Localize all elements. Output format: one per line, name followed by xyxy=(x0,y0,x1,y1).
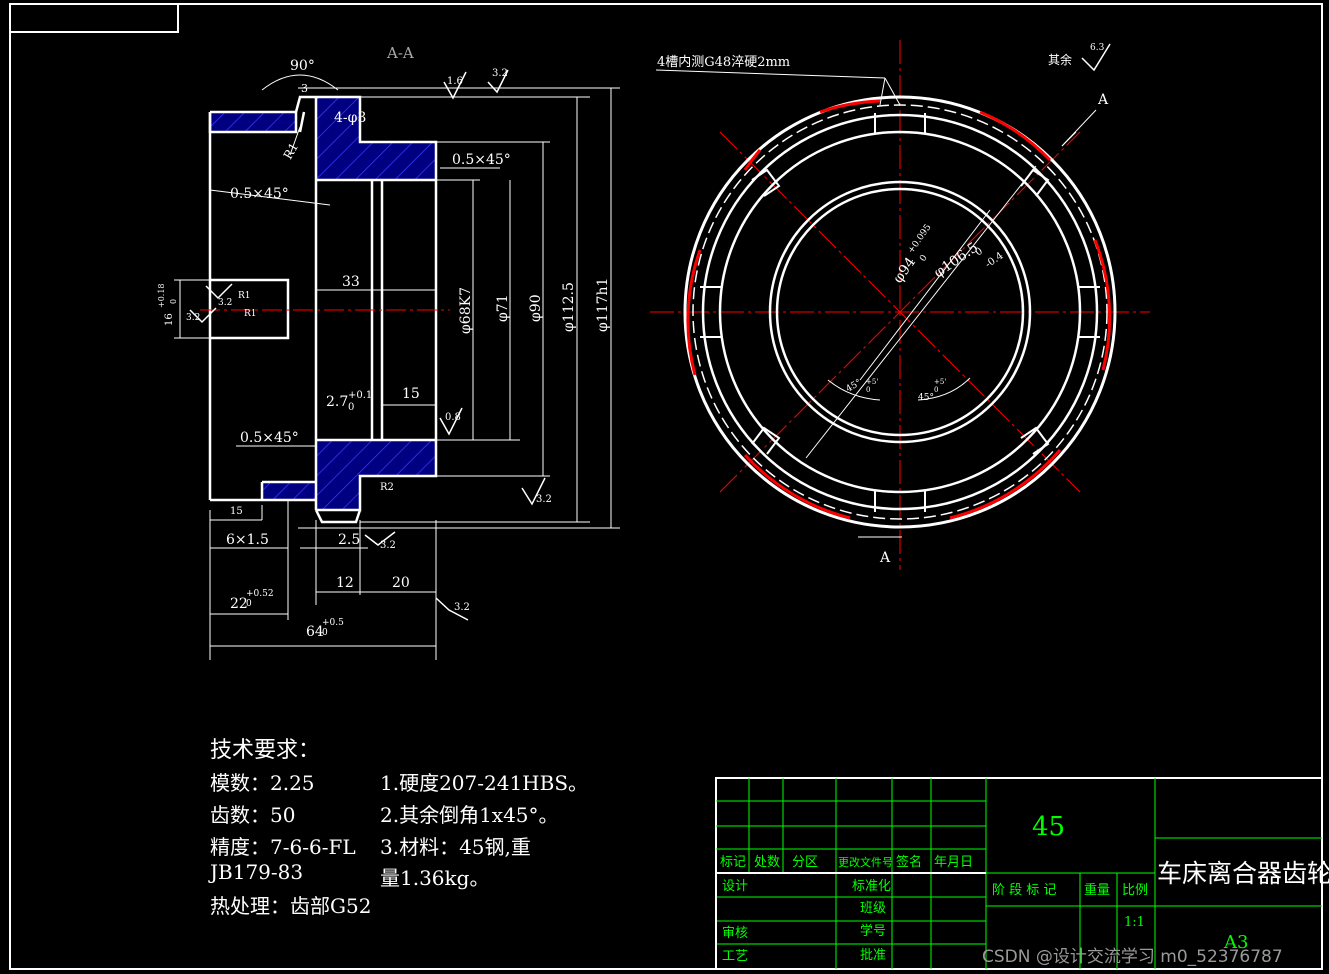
title-block: 45 标记 处数 分区 更改文件号 签名 年月日 设计 标准化 班级 审核 学号… xyxy=(715,777,1329,970)
tb-h-zone: 分区 xyxy=(792,855,818,870)
roughness-3-2-top: 3.2 xyxy=(492,68,508,79)
chamfer-bottom: 0.5×45° xyxy=(240,430,299,446)
req-module: 模数：2.25 xyxy=(210,771,315,795)
req-heat: 热处理：齿部G52 xyxy=(210,894,372,918)
tb-h-sign: 签名 xyxy=(896,854,922,870)
dim-15-bottom: 15 xyxy=(230,506,243,517)
angle-a-tol: +5' xyxy=(866,378,878,386)
req-accuracy: 精度：7-6-6-FL xyxy=(210,835,356,859)
tb-h-date: 年月日 xyxy=(934,855,973,870)
drawing-sheet: A-A 90° 3 4-φ3 R1 1.6 3.2 0.5×45° 0.5×45… xyxy=(9,3,1329,970)
roughness-3-2-right: 3.2 xyxy=(536,494,552,505)
roughness-3-2-bottom: 3.2 xyxy=(454,602,470,613)
dim-15-bore: 15 xyxy=(402,386,420,402)
radius-r1: R1 xyxy=(281,140,301,161)
dim-2-7: 2.7 xyxy=(326,394,348,410)
phi-68k7: φ68K7 xyxy=(458,287,474,334)
holes-4phi3: 4-φ3 xyxy=(334,110,366,126)
angle-a: 45° xyxy=(845,378,864,395)
slot-note: 4槽内测G48淬硬2mm xyxy=(657,54,790,70)
keyway-16: 16 xyxy=(164,313,175,326)
dim-64-sub: 0 xyxy=(322,628,328,638)
angle-90: 90° xyxy=(290,58,315,74)
front-centerlines xyxy=(650,40,1150,570)
dim-3: 3 xyxy=(301,82,308,95)
hatch-bottom xyxy=(262,482,316,500)
outer-frame xyxy=(9,3,1323,970)
angle-a-sub: 0 xyxy=(866,386,870,394)
tb-process: 工艺 xyxy=(722,949,748,964)
corner-box xyxy=(9,3,179,33)
angle-b-sub: 0 xyxy=(934,386,938,394)
tb-h-mark: 标记 xyxy=(720,855,746,870)
keyway-r1-a: R1 xyxy=(238,291,251,301)
section-view: A-A 90° 3 4-φ3 R1 1.6 3.2 0.5×45° 0.5×45… xyxy=(157,44,620,660)
chamfer-left: 0.5×45° xyxy=(230,186,289,202)
tb-approve: 批准 xyxy=(860,948,886,963)
tb-material: 45 xyxy=(1032,812,1065,842)
roughness-1-6: 1.6 xyxy=(447,76,463,87)
dim-2-7-tol: +0.1 xyxy=(348,390,372,401)
phi-94-sub: 0 xyxy=(918,253,930,264)
phi-117h1: φ117h1 xyxy=(595,278,611,332)
tb-h-doc: 更改文件号 xyxy=(838,855,893,869)
roughness-3-2-mid: 3.2 xyxy=(380,540,396,551)
dim-2-5: 2.5 xyxy=(338,532,360,548)
angle-b: 45° xyxy=(918,393,934,403)
dim-12: 12 xyxy=(336,575,354,591)
keyway-r1-b: R1 xyxy=(244,309,257,319)
dim-33: 33 xyxy=(342,274,360,290)
tb-h-qty: 处数 xyxy=(754,855,780,870)
keyway-16-tol: +0.18 xyxy=(157,283,166,308)
radius-r2: R2 xyxy=(380,482,394,493)
tb-weight: 重量 xyxy=(1084,882,1110,898)
phi-90: φ90 xyxy=(528,294,544,322)
dim-6x1-5: 6×1.5 xyxy=(226,532,269,548)
angle-b-tol: +5' xyxy=(934,378,946,386)
phi-71: φ71 xyxy=(495,294,511,322)
dim-2-7-sub: 0 xyxy=(348,402,354,413)
req-title: 技术要求： xyxy=(210,738,321,763)
tb-standardize: 标准化 xyxy=(852,879,891,894)
tb-class: 班级 xyxy=(860,901,886,916)
tb-student-no: 学号 xyxy=(860,923,886,939)
tb-check: 审核 xyxy=(722,926,748,941)
dim-22-tol: +0.52 xyxy=(246,589,274,599)
phi-106-5-sub: -0.4 xyxy=(983,250,1005,270)
phi-106-5: φ106.5 xyxy=(931,240,981,282)
remaining-roughness: 6.3 xyxy=(1090,43,1105,53)
req-item-3a: 3.材料：45钢,重 xyxy=(380,835,531,859)
req-item-1: 1.硬度207-241HBS。 xyxy=(380,771,589,795)
hatch-top xyxy=(210,112,296,132)
keyway-16-sub: 0 xyxy=(169,299,178,304)
phi-112-5: φ112.5 xyxy=(561,282,577,332)
tb-scale-label: 比例 xyxy=(1122,883,1148,898)
dim-20: 20 xyxy=(392,575,410,591)
section-label: A-A xyxy=(386,44,414,62)
front-view: A A 4槽内测G48淬硬2mm 其余 6.3 φ94 +0.095 0 φ10… xyxy=(650,40,1150,570)
front-red-arcs xyxy=(686,99,1112,520)
req-item-3b: 量1.36kg。 xyxy=(380,866,490,890)
roughness-0-8: 0.8 xyxy=(445,412,461,423)
tb-scale: 1:1 xyxy=(1124,915,1145,930)
phi-94-tol: +0.095 xyxy=(906,222,933,255)
keyway-ra-a: 3.2 xyxy=(218,298,232,308)
keyway-ra-b: 3.2 xyxy=(186,313,200,323)
dim-22-sub: 0 xyxy=(246,599,252,609)
tb-stage: 阶 段 标 记 xyxy=(992,883,1056,898)
tb-design: 设计 xyxy=(722,879,748,894)
dim-64-tol: +0.5 xyxy=(322,618,344,628)
req-teeth: 齿数：50 xyxy=(210,803,296,827)
req-item-2: 2.其余倒角1x45°。 xyxy=(380,803,559,827)
remaining-label: 其余 xyxy=(1048,52,1072,67)
view-arrow-bottom: A xyxy=(879,550,891,566)
watermark: CSDN @设计交流学习 m0_52376787 xyxy=(982,947,1283,967)
tb-part-name: 车床离合器齿轮 xyxy=(1157,859,1329,888)
phi-94: φ94 xyxy=(890,254,919,286)
view-arrow-top: A xyxy=(1097,92,1109,108)
req-standard: JB179-83 xyxy=(210,860,304,884)
chamfer-top-right: 0.5×45° xyxy=(452,152,511,168)
